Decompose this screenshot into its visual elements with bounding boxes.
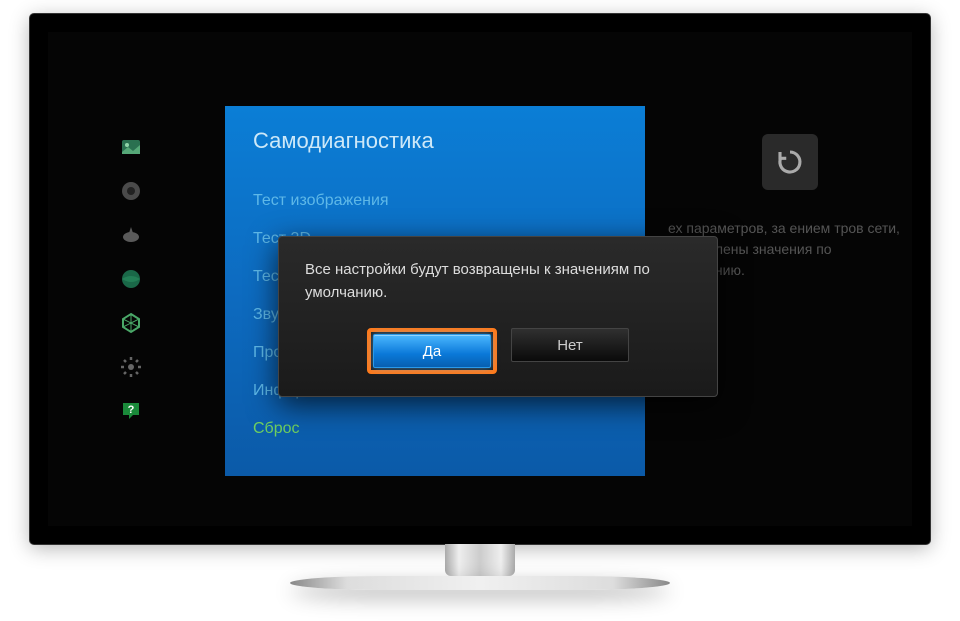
tv-screen: ? Самодиагностика Тест изображения Тест … — [48, 32, 912, 526]
settings-sidebar: ? — [116, 132, 156, 426]
support-icon[interactable]: ? — [116, 396, 146, 426]
tv-stand-neck — [445, 544, 515, 576]
dialog-buttons: Да Нет — [305, 328, 691, 374]
svg-text:?: ? — [128, 404, 135, 416]
picture-icon[interactable] — [116, 132, 146, 162]
system-icon[interactable] — [116, 352, 146, 382]
dialog-message: Все настройки будут возвращены к значени… — [305, 259, 691, 304]
sound-icon[interactable] — [116, 176, 146, 206]
no-button[interactable]: Нет — [511, 328, 629, 362]
tv-stand-base — [290, 576, 670, 590]
panel-title: Самодиагностика — [253, 128, 617, 154]
menu-item-reset[interactable]: Сброс — [253, 410, 617, 448]
reset-icon — [762, 134, 818, 190]
focused-button-highlight: Да — [367, 328, 497, 374]
menu-item-picture-test[interactable]: Тест изображения — [253, 182, 617, 220]
yes-button[interactable]: Да — [373, 334, 491, 368]
tv-frame: ? Самодиагностика Тест изображения Тест … — [30, 14, 930, 544]
network-icon[interactable] — [116, 264, 146, 294]
broadcast-icon[interactable] — [116, 220, 146, 250]
confirm-reset-dialog: Все настройки будут возвращены к значени… — [278, 236, 718, 397]
smart-icon[interactable] — [116, 308, 146, 338]
